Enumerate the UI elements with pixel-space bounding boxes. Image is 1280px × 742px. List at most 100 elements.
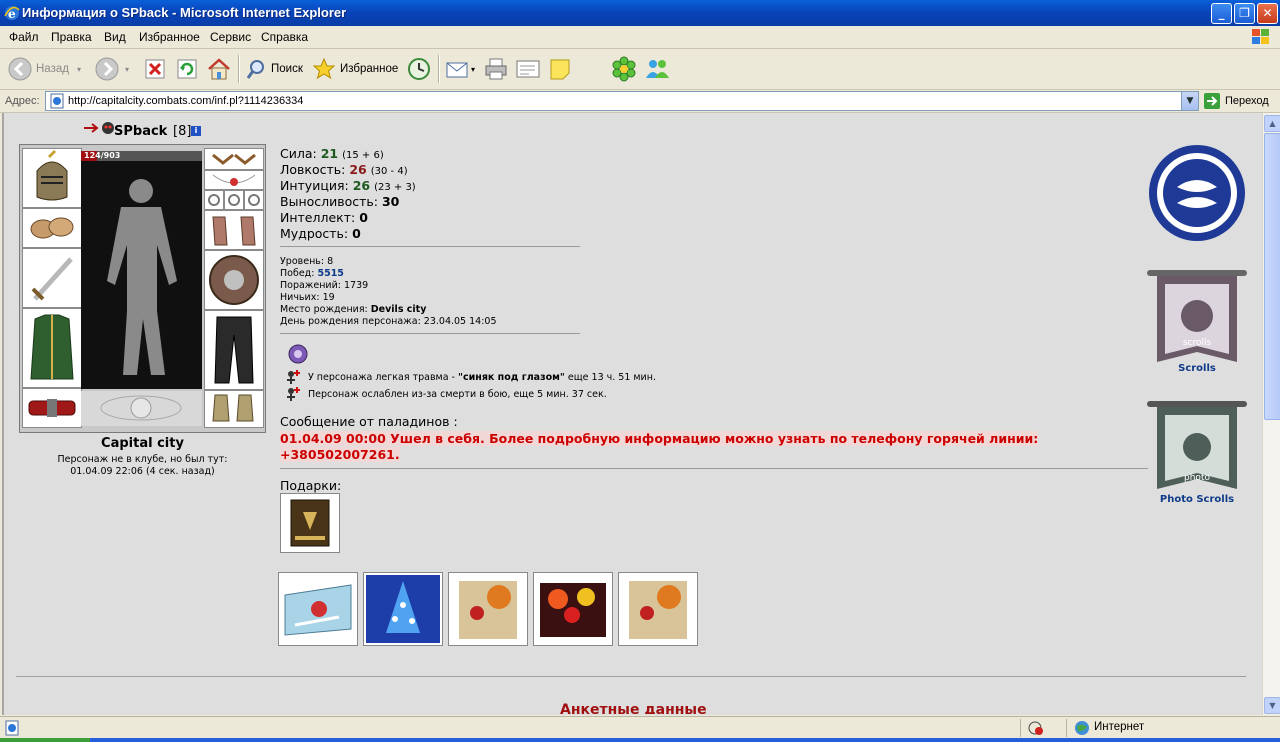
wins-link[interactable]: 5515 — [317, 268, 343, 279]
forward-button[interactable]: ▾ — [95, 55, 129, 83]
character-portrait: 124/903 — [81, 151, 202, 389]
info-birthday: День рождения персонажа: 23.04.05 14:05 — [280, 316, 497, 327]
club-logo[interactable] — [1147, 143, 1247, 243]
menu-view[interactable]: Вид — [104, 30, 126, 44]
printer-icon — [485, 58, 507, 80]
favorites-button[interactable]: Избранное — [312, 55, 398, 83]
star-icon — [312, 57, 336, 80]
privacy-icon — [1028, 721, 1043, 735]
notes-button[interactable] — [548, 55, 572, 83]
menu-help[interactable]: Справка — [261, 30, 308, 44]
stat-label: Выносливость: — [280, 194, 378, 209]
history-button[interactable] — [406, 55, 432, 83]
pants-slot[interactable] — [204, 310, 264, 390]
vertical-scrollbar[interactable]: ▲ ▼ — [1262, 113, 1280, 715]
windows-logo-icon — [1252, 29, 1269, 44]
favorites-label: Избранное — [340, 63, 399, 75]
bracers-slot[interactable] — [22, 208, 82, 248]
scroll-up-icon[interactable]: ▲ — [1264, 115, 1280, 132]
forward-dropdown-icon[interactable]: ▾ — [125, 65, 129, 74]
stat-value: 0 — [352, 226, 361, 241]
mail-button[interactable]: ▾ — [445, 55, 475, 83]
hp-bar: 124/903 — [81, 151, 202, 161]
bracers-icon — [30, 217, 74, 239]
gift-card[interactable] — [363, 572, 443, 646]
online-note: Персонаж не в клубе, но был тут: — [57, 454, 228, 465]
maximize-button[interactable]: ❐ — [1234, 3, 1255, 24]
ring-slot-1[interactable] — [204, 190, 224, 210]
messenger-button[interactable] — [643, 55, 671, 83]
go-button[interactable]: Переход — [1203, 92, 1269, 110]
boots-slot[interactable] — [204, 390, 264, 428]
security-zone: Интернет — [1094, 721, 1145, 733]
scroll-down-icon[interactable]: ▼ — [1264, 697, 1280, 714]
forward-arrow-icon — [95, 57, 119, 81]
stat-row: Интеллект: 0 — [280, 210, 368, 225]
gift-book[interactable] — [280, 493, 340, 553]
stat-row: Выносливость: 30 — [280, 194, 399, 209]
info-label: День рождения персонажа: — [280, 316, 421, 327]
search-button[interactable]: Поиск — [245, 55, 303, 83]
photo-scrolls-link[interactable]: Photo Scrolls — [1147, 494, 1247, 505]
icq-button[interactable] — [611, 55, 637, 83]
menu-tools[interactable]: Сервис — [210, 30, 251, 44]
address-label: Адрес: — [5, 95, 40, 107]
stat-label: Мудрость: — [280, 226, 349, 241]
photo-scrolls-banner[interactable]: photo — [1147, 399, 1247, 494]
weapon-slot[interactable] — [22, 248, 82, 308]
address-dropdown-icon[interactable]: ▼ — [1181, 92, 1198, 110]
earrings-slot[interactable] — [204, 148, 264, 170]
gift-card[interactable] — [618, 572, 698, 646]
helmet-slot[interactable] — [22, 148, 82, 208]
belt-slot[interactable] — [22, 388, 82, 428]
address-input[interactable]: http://capitalcity.combats.com/inf.pl?11… — [45, 91, 1199, 111]
gift-card[interactable] — [533, 572, 613, 646]
photo-banner-text: photo — [1184, 473, 1210, 483]
earrings-icon — [212, 153, 256, 165]
print-button[interactable] — [483, 55, 509, 83]
shield-slot[interactable] — [204, 250, 264, 310]
mail-dropdown-icon[interactable]: ▾ — [471, 65, 475, 74]
back-button[interactable]: Назад ▾ — [8, 55, 81, 83]
minimize-button[interactable]: _ — [1211, 3, 1232, 24]
stat-value: 0 — [359, 210, 368, 225]
scrolls-link[interactable]: Scrolls — [1147, 363, 1247, 374]
close-button[interactable]: ✕ — [1257, 3, 1278, 24]
divider — [280, 333, 580, 334]
stat-label: Интеллект: — [280, 210, 356, 225]
helmet-icon — [36, 149, 68, 201]
stop-button[interactable] — [144, 55, 166, 83]
scrolls-banner-text: scrolls — [1182, 338, 1212, 348]
scroll-thumb[interactable] — [1264, 133, 1280, 420]
fist-emblem-icon — [100, 395, 182, 421]
info-level: Уровень: 8 — [280, 256, 333, 267]
boots-icon — [212, 394, 254, 422]
info-birthplace: Место рождения: Devils city — [280, 304, 426, 315]
fish-emblem-icon — [1149, 145, 1245, 241]
pants-icon — [214, 316, 254, 384]
edit-button[interactable] — [515, 55, 541, 83]
scrolls-banner[interactable]: scrolls — [1147, 268, 1247, 368]
menu-edit[interactable]: Правка — [51, 30, 92, 44]
messenger-icon — [646, 60, 669, 78]
injury-icon — [287, 370, 300, 384]
gloves-icon — [212, 216, 256, 246]
amulet-slot[interactable] — [204, 170, 264, 190]
back-label: Назад — [36, 63, 69, 75]
menu-favorites[interactable]: Избранное — [139, 30, 200, 44]
menu-file[interactable]: Файл — [9, 30, 39, 44]
back-dropdown-icon[interactable]: ▾ — [77, 65, 81, 74]
gloves-slot[interactable] — [204, 210, 264, 250]
ring-slot-2[interactable] — [224, 190, 244, 210]
character-name[interactable]: SPback — [114, 124, 167, 139]
armor-slot[interactable] — [22, 308, 82, 388]
home-button[interactable] — [206, 55, 232, 83]
refresh-button[interactable] — [176, 55, 198, 83]
gift-card[interactable] — [448, 572, 528, 646]
paladin-phone: +380502007261. — [280, 447, 400, 462]
info-icon[interactable]: i — [191, 126, 201, 136]
ring-icon — [248, 194, 260, 206]
gift-card[interactable] — [278, 572, 358, 646]
toolbar: Назад ▾ ▾ Поиск Избранное ▾ — [0, 49, 1280, 90]
ring-slot-3[interactable] — [244, 190, 264, 210]
